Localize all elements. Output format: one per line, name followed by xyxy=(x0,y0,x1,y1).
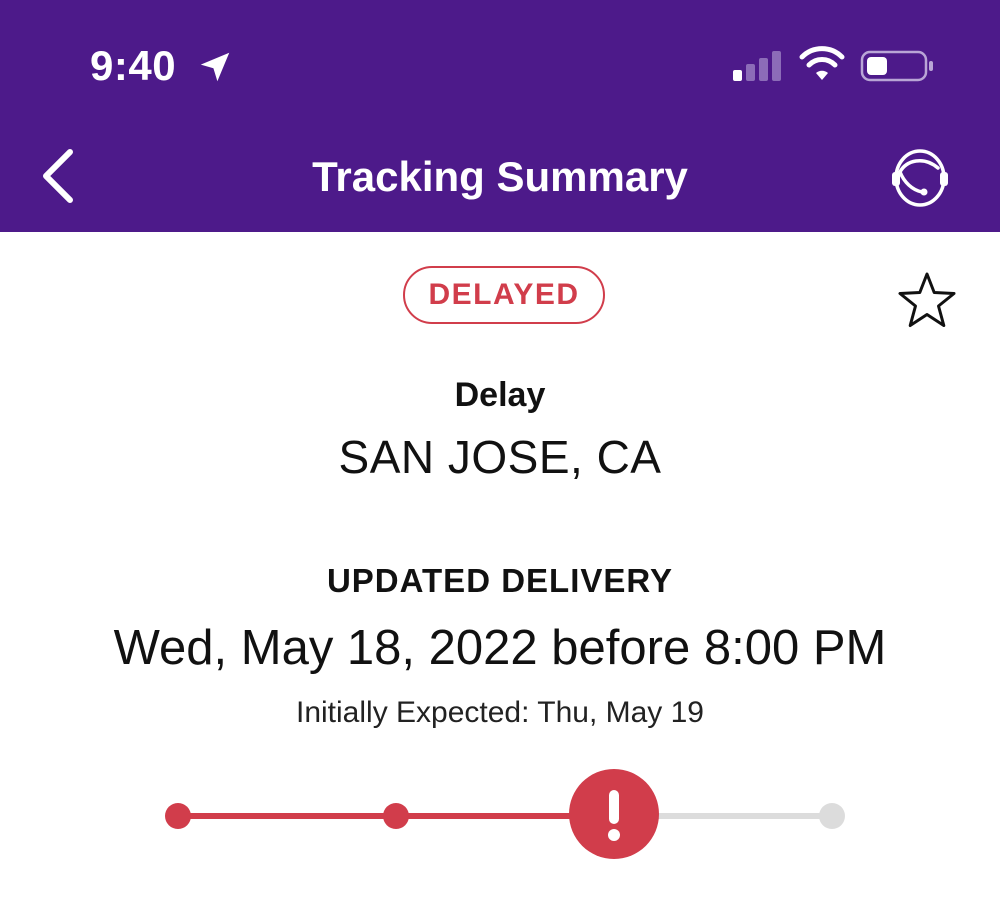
cellular-signal-icon xyxy=(733,51,781,81)
status-bar: 9:40 xyxy=(0,0,1000,130)
back-button[interactable] xyxy=(36,146,80,206)
star-icon[interactable] xyxy=(894,268,960,334)
battery-icon xyxy=(860,50,933,82)
status-badge: DELAYED xyxy=(403,266,605,324)
location-arrow-icon xyxy=(200,52,230,82)
event-label: Delay xyxy=(454,376,546,414)
tracking-summary-content: DELAYED Delay SAN JOSE, CA UPDATED DELIV… xyxy=(0,232,1000,914)
progress-step-2 xyxy=(383,803,409,829)
status-time: 9:40 xyxy=(90,42,177,89)
wifi-icon xyxy=(799,46,845,80)
event-location: SAN JOSE, CA xyxy=(338,431,662,483)
delivery-label: UPDATED DELIVERY xyxy=(326,562,674,599)
app-header: 9:40 Tracking Summary xyxy=(0,0,1000,232)
headset-icon[interactable] xyxy=(884,146,956,210)
initially-expected-date: Initially Expected: Thu, May 19 xyxy=(296,696,704,729)
progress-step-4 xyxy=(819,803,845,829)
page-title: Tracking Summary xyxy=(312,153,688,200)
progress-tracker xyxy=(165,769,845,859)
delivery-date: Wed, May 18, 2022 before 8:00 PM xyxy=(113,621,887,675)
progress-step-1 xyxy=(165,803,191,829)
alert-exclamation-icon xyxy=(608,790,620,841)
